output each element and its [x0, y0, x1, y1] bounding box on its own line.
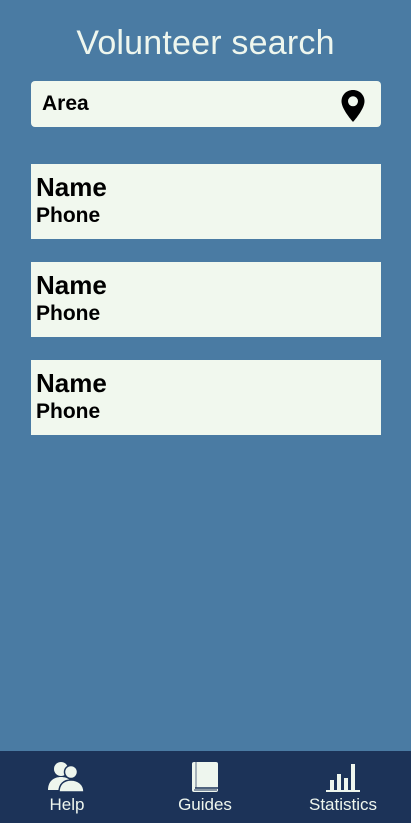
nav-item-statistics[interactable]: Statistics — [296, 751, 390, 823]
volunteer-phone: Phone — [36, 204, 101, 227]
nav-label-help: Help — [49, 795, 85, 814]
people-icon — [48, 762, 85, 793]
nav-item-guides[interactable]: Guides — [160, 751, 250, 823]
area-field-label: Area — [42, 92, 89, 115]
volunteer-phone: Phone — [36, 302, 101, 325]
area-search-field[interactable]: Area — [31, 81, 381, 127]
volunteer-search-screen: Volunteer search Area Name Phone Name Ph… — [0, 0, 411, 823]
nav-item-help[interactable]: Help — [22, 751, 112, 823]
bar-chart-icon — [326, 764, 360, 792]
volunteer-name: Name — [36, 270, 107, 300]
volunteer-card[interactable]: Name Phone — [31, 262, 381, 337]
bottom-navigation: Help Guides Statistics — [0, 751, 411, 823]
nav-label-statistics: Statistics — [308, 795, 378, 814]
book-icon — [192, 762, 218, 792]
volunteer-card[interactable]: Name Phone — [31, 360, 381, 435]
volunteer-name: Name — [36, 368, 107, 398]
page-title: Volunteer search — [76, 24, 335, 62]
volunteer-phone: Phone — [36, 400, 101, 423]
volunteer-card[interactable]: Name Phone — [31, 164, 381, 239]
nav-label-guides: Guides — [178, 795, 232, 814]
volunteer-name: Name — [36, 172, 107, 202]
map-pin-icon[interactable] — [340, 89, 366, 123]
